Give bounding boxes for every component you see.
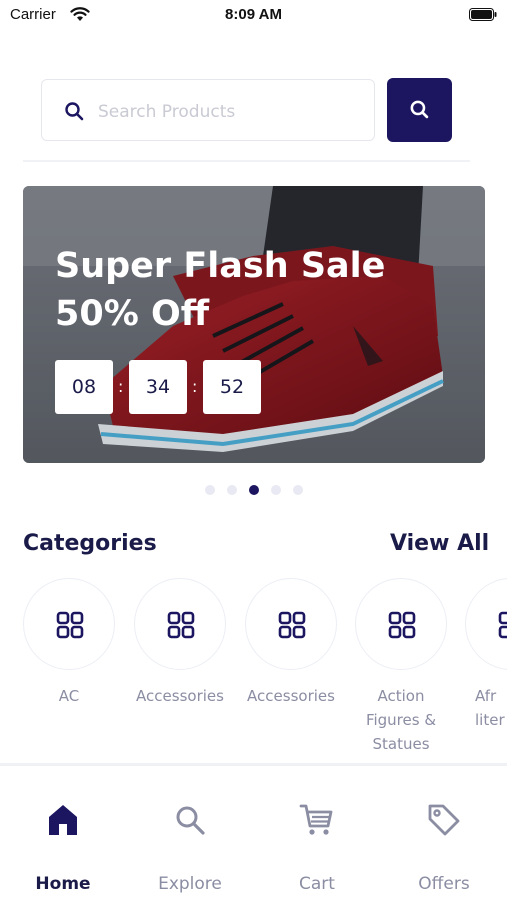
search-button[interactable]	[387, 78, 452, 142]
countdown-minutes: 34	[129, 360, 187, 414]
countdown-separator: :	[118, 377, 124, 396]
category-circle[interactable]	[245, 578, 337, 670]
countdown-separator: :	[192, 377, 198, 396]
category-circle[interactable]	[465, 578, 507, 670]
home-icon	[49, 805, 77, 835]
promo-banner[interactable]: Super Flash Sale 50% Off 08 : 34 : 52	[23, 186, 485, 463]
status-bar: Carrier 8:09 AM	[0, 0, 507, 30]
divider	[23, 160, 470, 162]
category-item-clipped[interactable]: Afr liter	[465, 578, 507, 758]
countdown-hours: 08	[55, 360, 113, 414]
category-label: Afr liter	[475, 687, 505, 729]
search-icon	[176, 806, 205, 835]
banner-title-line2: 50% Off	[55, 294, 210, 334]
grid-icon	[167, 611, 195, 639]
banner-title: Super Flash Sale 50% Off	[55, 242, 455, 338]
view-all-link[interactable]: View All	[390, 531, 489, 556]
nav-cart[interactable]: Cart	[267, 766, 367, 900]
nav-home[interactable]: Home	[13, 766, 113, 900]
nav-label: Home	[35, 874, 91, 894]
nav-label: Cart	[299, 874, 335, 894]
grid-icon	[498, 611, 507, 639]
category-circle[interactable]	[355, 578, 447, 670]
carousel-dot[interactable]	[205, 485, 215, 495]
countdown-seconds: 52	[203, 360, 261, 414]
carousel-dot[interactable]	[227, 485, 237, 495]
battery-icon	[469, 8, 497, 21]
cart-icon	[299, 804, 333, 835]
carousel-dot[interactable]	[271, 485, 281, 495]
nav-explore[interactable]: Explore	[140, 766, 240, 900]
search-box[interactable]	[41, 79, 375, 141]
categories-heading: Categories	[23, 531, 157, 556]
nav-label: Explore	[158, 874, 222, 894]
nav-offers[interactable]: Offers	[394, 766, 494, 900]
category-label: Action Figures & Statues	[365, 687, 437, 753]
tag-icon	[428, 804, 460, 836]
search-input[interactable]	[96, 96, 360, 128]
category-label: Accessories	[136, 687, 224, 705]
banner-title-line1: Super Flash Sale	[55, 246, 386, 286]
grid-icon	[278, 611, 306, 639]
grid-icon	[56, 611, 84, 639]
category-label: AC	[58, 687, 80, 705]
search-icon	[410, 100, 429, 119]
status-time: 8:09 AM	[225, 6, 282, 23]
carousel-dot-active[interactable]	[249, 485, 259, 495]
search-icon	[65, 102, 84, 121]
nav-label: Offers	[418, 874, 470, 894]
bottom-nav: Home Explore Cart Offers	[0, 766, 507, 900]
grid-icon	[388, 611, 416, 639]
carousel-dot[interactable]	[293, 485, 303, 495]
category-circle[interactable]	[134, 578, 226, 670]
category-label: Accessories	[247, 687, 335, 705]
category-circle[interactable]	[23, 578, 115, 670]
